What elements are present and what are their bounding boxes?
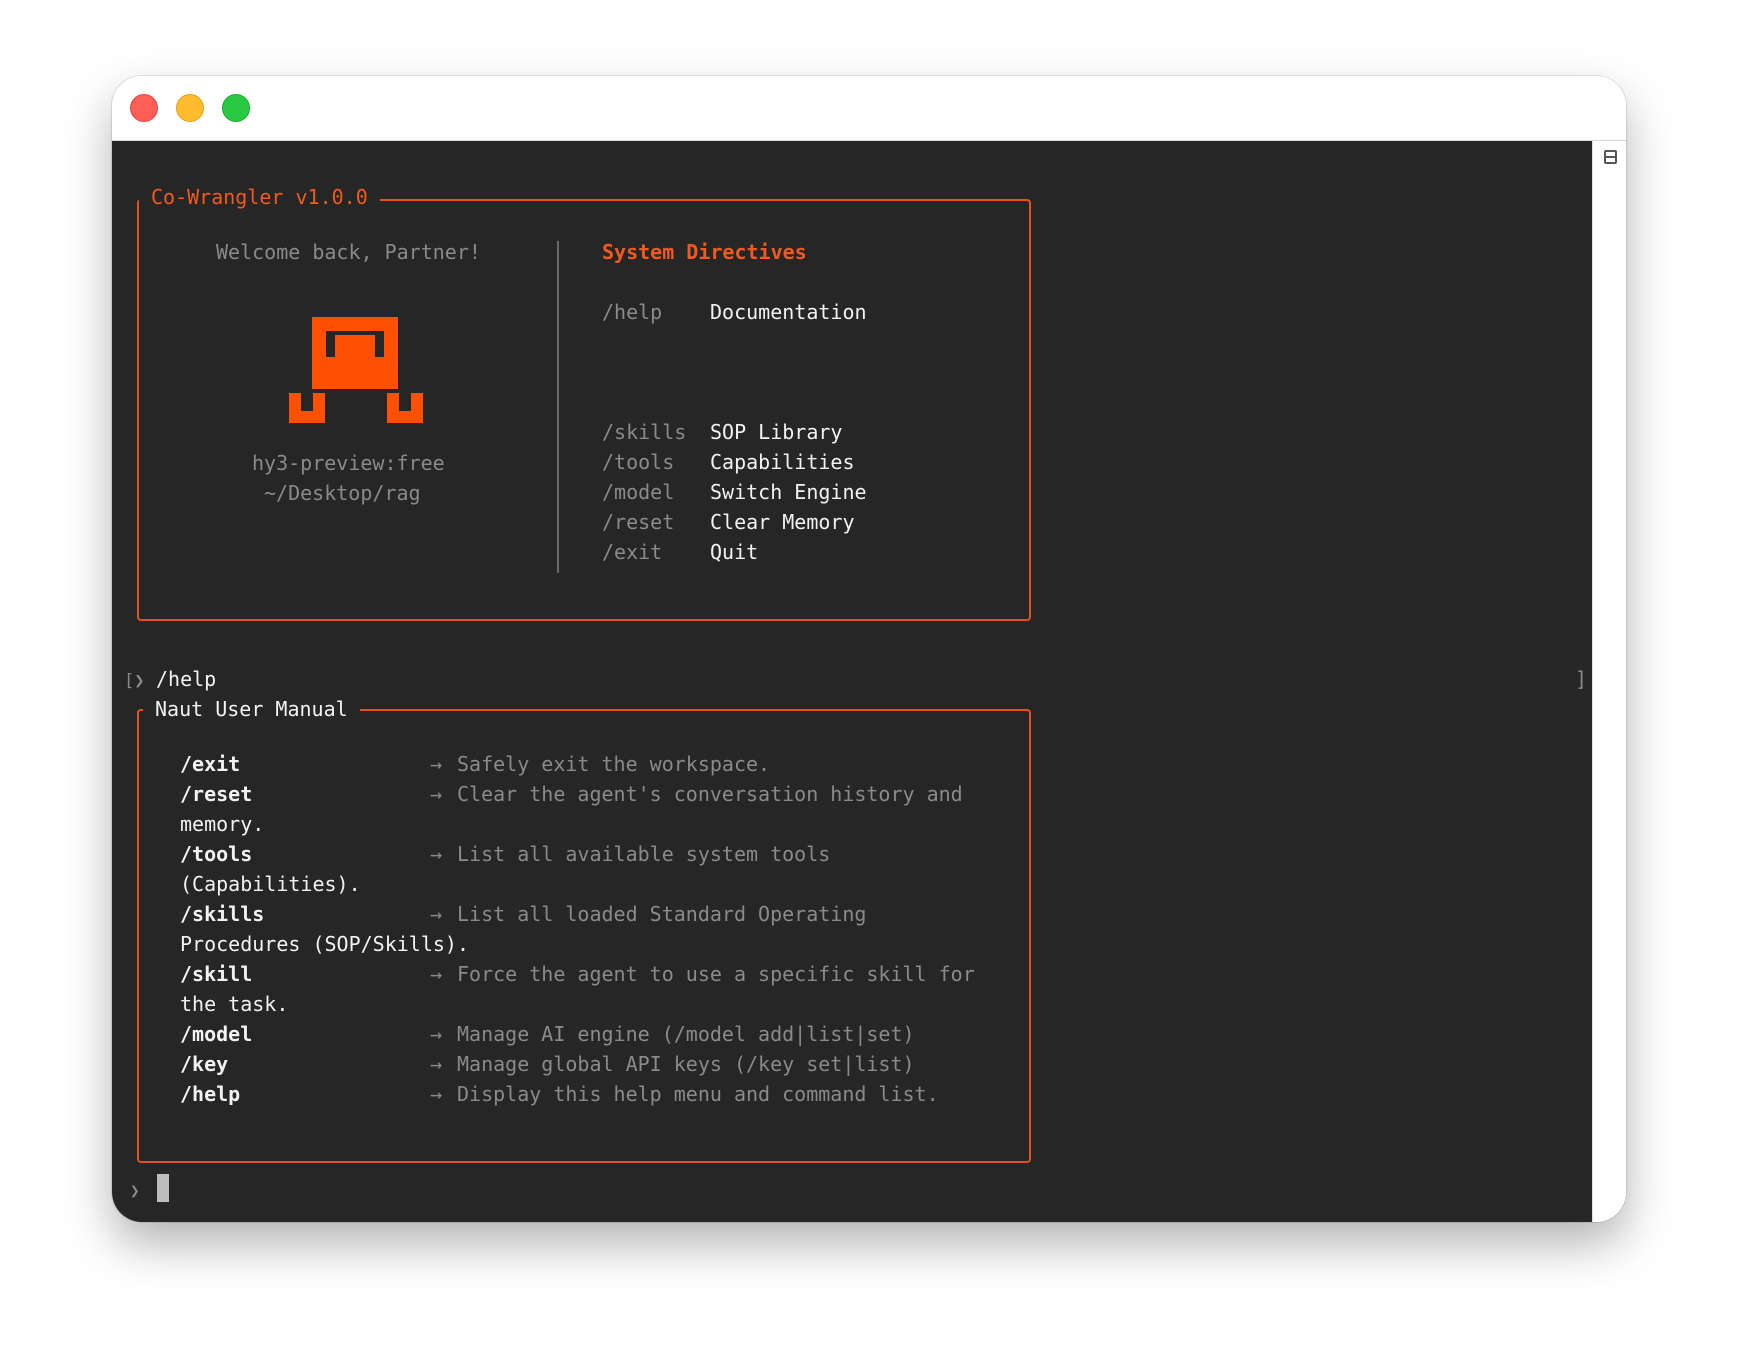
directive-desc-tools: Capabilities	[710, 450, 855, 474]
manual-arrow-exit: →	[430, 752, 443, 776]
manual-cmd-tools: /tools	[180, 842, 253, 866]
command-input[interactable]	[156, 1173, 556, 1203]
manual-cmd-skill: /skill	[180, 962, 253, 986]
manual-cmd-help: /help	[180, 1082, 241, 1106]
split-pane-icon[interactable]	[1604, 150, 1617, 164]
title-bar	[112, 76, 1626, 141]
manual-arrow-help: →	[430, 1082, 443, 1106]
manual-arrow-skills: →	[430, 902, 443, 926]
working-directory: ~/Desktop/rag	[264, 481, 421, 505]
entered-command: /help	[156, 667, 217, 691]
manual-cmd-key: /key	[180, 1052, 229, 1076]
model-name: hy3-preview:free	[252, 451, 445, 475]
robot-logo-icon	[289, 317, 423, 423]
manual-desc-tools: List all available system tools	[457, 842, 831, 866]
manual-desc-exit: Safely exit the workspace.	[457, 752, 771, 776]
manual-cont-skill: the task.	[180, 992, 289, 1016]
banner-title: Co-Wrangler v1.0.0	[139, 182, 380, 212]
directive-desc-model: Switch Engine	[710, 480, 867, 504]
manual-arrow-tools: →	[430, 842, 443, 866]
manual-cont-skills: Procedures (SOP/Skills).	[180, 932, 469, 956]
terminal-window: Co-Wrangler v1.0.0 Welcome back, Partner…	[112, 76, 1626, 1222]
manual-title: Naut User Manual	[143, 694, 360, 724]
directive-cmd-reset: /reset	[602, 510, 675, 534]
manual-cont-reset: memory.	[180, 812, 265, 836]
directive-desc-help: Documentation	[710, 300, 867, 324]
manual-arrow-key: →	[430, 1052, 443, 1076]
welcome-text: Welcome back, Partner!	[216, 240, 481, 264]
banner-divider	[557, 241, 559, 573]
manual-desc-reset: Clear the agent's conversation history a…	[457, 782, 963, 806]
input-prompt-icon: ❯	[130, 1181, 140, 1200]
terminal-area[interactable]: Co-Wrangler v1.0.0 Welcome back, Partner…	[112, 141, 1592, 1222]
manual-cmd-model: /model	[180, 1022, 253, 1046]
directive-desc-skills: SOP Library	[710, 420, 843, 444]
close-button[interactable]	[130, 94, 158, 122]
manual-arrow-reset: →	[430, 782, 443, 806]
directive-cmd-tools: /tools	[602, 450, 675, 474]
directive-cmd-skills: /skills	[602, 420, 687, 444]
manual-cmd-skills: /skills	[180, 902, 265, 926]
manual-cmd-exit: /exit	[180, 752, 241, 776]
manual-cmd-reset: /reset	[180, 782, 253, 806]
directive-desc-reset: Clear Memory	[710, 510, 855, 534]
manual-desc-model: Manage AI engine (/model add|list|set)	[457, 1022, 915, 1046]
manual-desc-skills: List all loaded Standard Operating	[457, 902, 867, 926]
manual-desc-key: Manage global API keys (/key set|list)	[457, 1052, 915, 1076]
minimize-button[interactable]	[176, 94, 204, 122]
manual-cont-tools: (Capabilities).	[180, 872, 361, 896]
scroll-gutter	[1592, 141, 1626, 1222]
manual-arrow-model: →	[430, 1022, 443, 1046]
directive-desc-exit: Quit	[710, 540, 759, 564]
manual-desc-skill: Force the agent to use a specific skill …	[457, 962, 975, 986]
directive-cmd-help: /help	[602, 300, 663, 324]
text-cursor	[157, 1174, 169, 1202]
manual-arrow-skill: →	[430, 962, 443, 986]
directive-cmd-exit: /exit	[602, 540, 663, 564]
prompt-marker: [❯	[124, 671, 145, 691]
directive-cmd-model: /model	[602, 480, 675, 504]
right-bracket: ]	[1575, 667, 1588, 691]
manual-desc-help: Display this help menu and command list.	[457, 1082, 939, 1106]
directives-heading: System Directives	[602, 240, 807, 264]
maximize-button[interactable]	[222, 94, 250, 122]
